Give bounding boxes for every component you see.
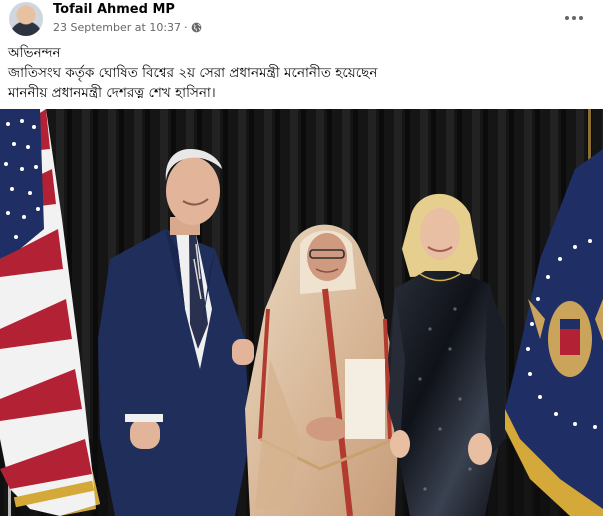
meta-separator: ·: [184, 21, 188, 34]
post-caption: অভিনন্দন জাতিসংঘ কর্তৃক ঘোষিত বিশ্বের ২য…: [8, 43, 593, 103]
author-name[interactable]: Tofail Ahmed MP: [53, 2, 175, 17]
globe-icon[interactable]: [191, 22, 202, 33]
author-avatar[interactable]: [9, 2, 43, 36]
post-timestamp[interactable]: 23 September at 10:37: [53, 21, 181, 34]
caption-line: মাননীয় প্রধানমন্ত্রী দেশরত্ন শেখ হাসিনা…: [8, 85, 216, 101]
post-header: Tofail Ahmed MP 23 September at 10:37 ·: [0, 0, 603, 40]
more-options-icon[interactable]: [559, 8, 589, 28]
caption-line: জাতিসংঘ কর্তৃক ঘোষিত বিশ্বের ২য় সেরা প্…: [8, 65, 378, 81]
facebook-post: Tofail Ahmed MP 23 September at 10:37 · …: [0, 0, 603, 516]
post-meta: 23 September at 10:37 ·: [53, 21, 202, 34]
caption-line: অভিনন্দন: [8, 45, 61, 61]
post-photo[interactable]: [0, 109, 603, 516]
